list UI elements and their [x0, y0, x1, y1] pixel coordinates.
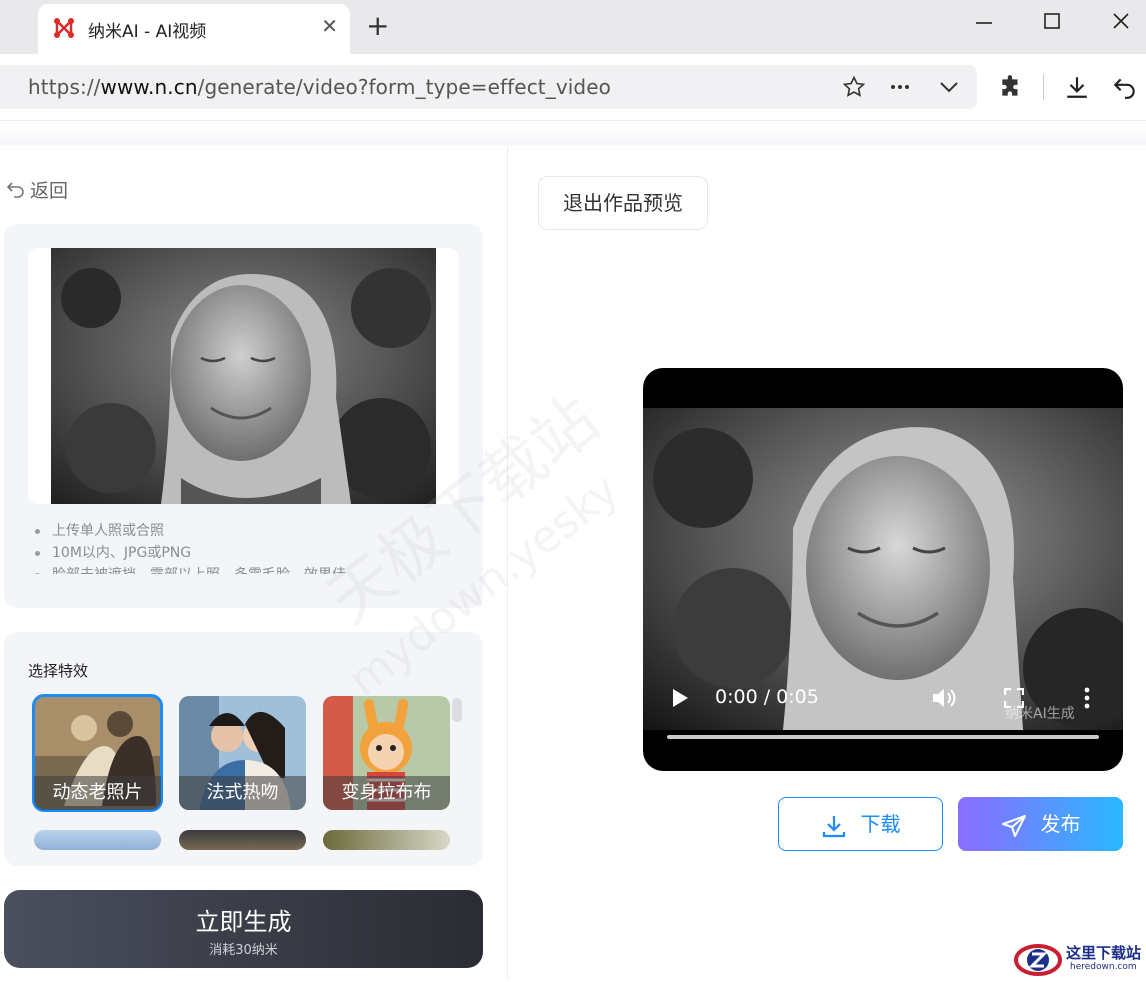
publish-button[interactable]: 发布 [958, 797, 1123, 851]
download-button[interactable]: 下载 [778, 797, 943, 851]
browser-tab-active[interactable]: 纳米AI - AI视频 ✕ [38, 4, 350, 54]
tab-close-icon[interactable]: ✕ [321, 14, 338, 38]
video-time: 0:00 / 0:05 [715, 686, 819, 708]
video-frame [643, 408, 1123, 730]
publish-label: 发布 [1040, 812, 1081, 836]
download-icon [822, 815, 845, 837]
back-arrow-icon [6, 182, 24, 198]
video-menu-icon[interactable] [1083, 687, 1091, 713]
generate-label: 立即生成 [195, 908, 292, 936]
heredown-logo-text: 这里下载站 [1066, 944, 1142, 962]
video-ai-watermark: 纳米AI生成 [1005, 706, 1075, 722]
play-icon[interactable] [671, 688, 689, 712]
extensions-puzzle-icon[interactable] [998, 74, 1024, 106]
effects-scrollbar[interactable] [452, 698, 462, 722]
generate-button[interactable]: 立即生成 消耗30纳米 [4, 890, 483, 968]
effect-thumb-partial[interactable] [34, 830, 161, 850]
nami-ai-logo-icon [54, 18, 74, 38]
bookmark-star-icon[interactable] [842, 75, 866, 104]
undo-arrow-icon[interactable] [1112, 74, 1138, 106]
video-progress-bar[interactable] [667, 735, 1099, 739]
url-text[interactable]: https://www.n.cn/generate/video?form_typ… [28, 75, 611, 99]
effect-french-kiss[interactable]: 法式热吻 [179, 696, 306, 810]
page-top-shadow [0, 121, 1146, 145]
effect-label: 动态老照片 [34, 776, 161, 810]
back-label: 返回 [30, 180, 69, 202]
generate-cost: 消耗30纳米 [209, 943, 278, 958]
effect-label: 法式热吻 [179, 776, 306, 810]
effect-label: 变身拉布布 [323, 776, 450, 810]
exit-preview-button[interactable]: 退出作品预览 [538, 176, 708, 230]
back-button[interactable]: 返回 [6, 176, 68, 203]
effect-old-photo[interactable]: 动态老照片 [32, 694, 163, 812]
more-options-icon[interactable] [888, 75, 912, 104]
effect-labubu[interactable]: 变身拉布布 [323, 696, 450, 810]
heredown-logo: 这里下载站 heredown.com [1012, 938, 1146, 978]
upload-preview [28, 248, 459, 504]
tip-item: 脸部未被遮挡，露部以上照，多需毛脸，效果佳 [32, 564, 346, 574]
browser-tab-bar: 纳米AI - AI视频 ✕ + [0, 0, 1146, 54]
maximize-icon[interactable] [1041, 10, 1063, 38]
address-bar-row: https://www.n.cn/generate/video?form_typ… [0, 54, 1146, 120]
new-tab-icon[interactable]: + [366, 12, 389, 40]
effect-thumb-partial[interactable] [323, 830, 450, 850]
tip-item: 10M以内、JPG或PNG [32, 542, 346, 564]
address-bar[interactable]: https://www.n.cn/generate/video?form_typ… [0, 65, 977, 109]
tab-title: 纳米AI - AI视频 [88, 22, 207, 42]
effect-thumb-partial[interactable] [179, 830, 306, 850]
tip-item: 上传单人照或合照 [32, 520, 346, 542]
volume-icon[interactable] [931, 686, 957, 714]
download-label: 下载 [860, 812, 901, 836]
toolbar-divider [1043, 74, 1044, 100]
chevron-down-icon[interactable] [937, 75, 961, 104]
effects-title: 选择特效 [28, 662, 89, 680]
video-player[interactable]: 0:00 / 0:05 纳米AI生成 [643, 368, 1123, 771]
window-close-icon[interactable] [1110, 10, 1132, 38]
heredown-logo-sub: heredown.com [1070, 962, 1137, 972]
uploaded-photo [51, 248, 436, 504]
upload-tips: 上传单人照或合照 10M以内、JPG或PNG 脸部未被遮挡，露部以上照，多需毛脸… [32, 520, 346, 574]
minimize-icon[interactable] [973, 10, 995, 38]
send-plane-icon [1001, 814, 1026, 837]
download-tray-icon[interactable] [1064, 74, 1090, 106]
